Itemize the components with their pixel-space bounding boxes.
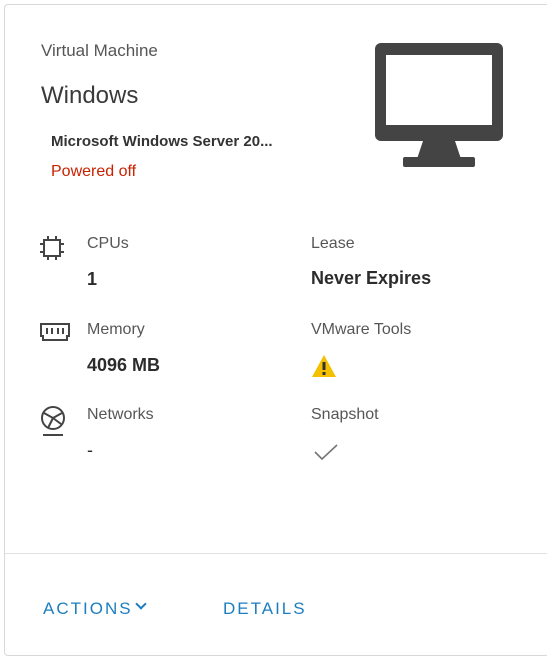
warning-icon: [312, 355, 336, 377]
actions-dropdown-button[interactable]: ACTIONS: [43, 598, 147, 619]
networks-value: -: [87, 440, 93, 460]
memory-icon: [40, 323, 70, 341]
cpus-label: CPUs: [87, 235, 129, 252]
memory-label: Memory: [87, 321, 145, 338]
snapshot-label: Snapshot: [311, 406, 379, 423]
lease-value: Never Expires: [311, 268, 432, 288]
lease-label: Lease: [311, 235, 355, 252]
vm-os-label: Windows: [41, 82, 139, 109]
actions-label: ACTIONS: [43, 599, 133, 618]
footer-divider: [5, 553, 547, 554]
vm-os-full-name: Microsoft Windows Server 20...: [51, 133, 273, 150]
vmware-tools-label: VMware Tools: [311, 321, 412, 338]
vm-card: Virtual Machine Windows Microsoft Window…: [4, 4, 547, 656]
vm-type-label: Virtual Machine: [41, 41, 158, 60]
snapshot-property: Snapshot: [311, 403, 531, 463]
lease-property: Lease Never Expires: [311, 232, 531, 292]
monitor-icon: [375, 43, 503, 167]
vm-power-state: Powered off: [51, 163, 137, 180]
cpus-property: CPUs 1: [39, 232, 289, 292]
memory-value: 4096 MB: [87, 355, 161, 375]
cpu-chip-icon: [40, 236, 64, 260]
details-button[interactable]: DETAILS: [223, 599, 307, 619]
networks-property: Networks -: [39, 403, 289, 463]
chevron-down-icon: [134, 598, 147, 610]
memory-property: Memory 4096 MB: [39, 318, 289, 378]
network-icon: [41, 406, 65, 436]
cpus-value: 1: [87, 269, 98, 289]
networks-label: Networks: [87, 406, 154, 423]
vm-card-header: Virtual Machine Windows Microsoft Window…: [5, 5, 547, 195]
vmware-tools-property: VMware Tools: [311, 318, 531, 378]
checkmark-icon: [314, 444, 338, 461]
